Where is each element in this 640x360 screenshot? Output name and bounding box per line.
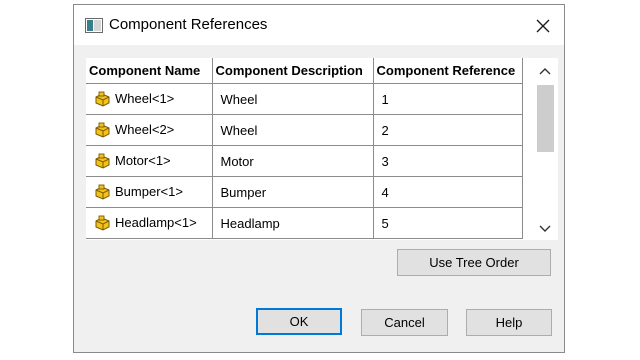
vertical-scrollbar[interactable]: [531, 58, 558, 240]
component-reference-text: 1: [381, 92, 389, 108]
ok-button[interactable]: OK: [256, 308, 342, 335]
table-row[interactable]: Wheel<1> Wheel 1: [86, 83, 523, 115]
references-grid: Component Name Component Description Com…: [86, 58, 558, 240]
table-row[interactable]: Bumper<1> Bumper 4: [86, 176, 523, 208]
component-name-text: Headlamp<1>: [115, 215, 197, 231]
component-description-text: Wheel: [220, 92, 258, 108]
cell-component-reference[interactable]: 3: [373, 145, 523, 177]
cell-component-name[interactable]: Bumper<1>: [86, 176, 213, 208]
cancel-button[interactable]: Cancel: [361, 309, 448, 336]
use-tree-order-button[interactable]: Use Tree Order: [397, 249, 551, 276]
cell-component-name[interactable]: Wheel<2>: [86, 114, 213, 146]
references-table: Component Name Component Description Com…: [86, 58, 523, 239]
column-header-name[interactable]: Component Name: [86, 58, 213, 84]
dialog-title: Component References: [109, 16, 268, 33]
cell-component-name[interactable]: Headlamp<1>: [86, 207, 213, 239]
cell-component-reference[interactable]: 5: [373, 207, 523, 239]
component-description-text: Motor: [220, 154, 254, 170]
close-icon[interactable]: [530, 13, 556, 39]
cell-component-description[interactable]: Bumper: [212, 176, 374, 208]
component-reference-text: 4: [381, 185, 389, 201]
component-description-text: Wheel: [220, 123, 258, 139]
help-button[interactable]: Help: [466, 309, 552, 336]
cell-component-reference[interactable]: 2: [373, 114, 523, 146]
column-header-description[interactable]: Component Description: [212, 58, 374, 84]
cell-component-reference[interactable]: 1: [373, 83, 523, 115]
component-name-text: Motor<1>: [115, 153, 171, 169]
table-row[interactable]: Headlamp<1> Headlamp 5: [86, 207, 523, 239]
scroll-down-icon[interactable]: [531, 216, 558, 240]
component-description-text: Headlamp: [220, 216, 280, 232]
component-references-dialog: Component References Component Name Comp…: [73, 4, 565, 353]
scroll-thumb[interactable]: [537, 85, 554, 152]
component-reference-text: 5: [381, 216, 389, 232]
part-icon: [94, 91, 111, 108]
cell-component-description[interactable]: Headlamp: [212, 207, 374, 239]
cell-component-name[interactable]: Motor<1>: [86, 145, 213, 177]
cell-component-description[interactable]: Wheel: [212, 114, 374, 146]
component-name-text: Bumper<1>: [115, 184, 183, 200]
component-reference-text: 2: [381, 123, 389, 139]
table-row[interactable]: Motor<1> Motor 3: [86, 145, 523, 177]
component-name-text: Wheel<1>: [115, 91, 175, 107]
cell-component-name[interactable]: Wheel<1>: [86, 83, 213, 115]
part-icon: [94, 122, 111, 139]
column-header-reference[interactable]: Component Reference: [373, 58, 523, 84]
title-bar: Component References: [74, 5, 564, 45]
header-row: Component Name Component Description Com…: [86, 58, 523, 84]
component-description-text: Bumper: [220, 185, 267, 201]
cell-component-description[interactable]: Wheel: [212, 83, 374, 115]
window-icon: [85, 18, 103, 33]
cell-component-description[interactable]: Motor: [212, 145, 374, 177]
table-row[interactable]: Wheel<2> Wheel 2: [86, 114, 523, 146]
component-reference-text: 3: [381, 154, 389, 170]
part-icon: [94, 184, 111, 201]
part-icon: [94, 215, 111, 232]
component-name-text: Wheel<2>: [115, 122, 175, 138]
part-icon: [94, 153, 111, 170]
scroll-up-icon[interactable]: [531, 60, 558, 84]
cell-component-reference[interactable]: 4: [373, 176, 523, 208]
